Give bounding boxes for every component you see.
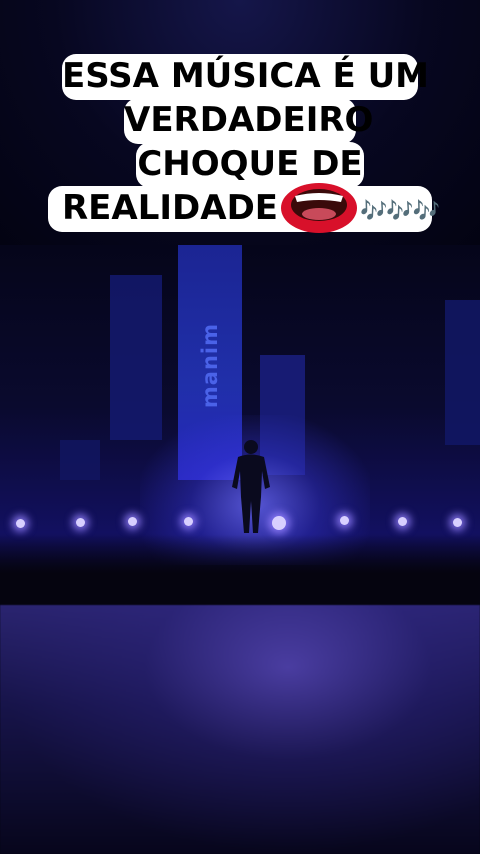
stage-light xyxy=(398,517,407,526)
stage-light xyxy=(272,516,286,530)
performer-silhouette xyxy=(232,440,270,533)
caption-line-1: ESSA MÚSICA É UM xyxy=(62,54,429,100)
screen-brand-text: manim xyxy=(198,323,222,409)
led-screen xyxy=(445,300,480,445)
stage-light xyxy=(76,518,85,527)
caption-line-2: VERDADEIRO xyxy=(124,98,373,144)
stage-light xyxy=(453,518,462,527)
mouth-icon xyxy=(280,182,358,245)
crowd-silhouette xyxy=(0,535,480,605)
stage-light xyxy=(16,519,25,528)
stage-light xyxy=(340,516,349,525)
stage-light xyxy=(184,517,193,526)
concert-photo: manim xyxy=(0,245,480,605)
music-notes-icon: 🎶🎶🎶 xyxy=(360,199,440,224)
led-screen xyxy=(60,440,100,480)
blurred-reflection xyxy=(0,605,480,854)
caption-line-4: REALIDADE 🎶🎶🎶 xyxy=(48,183,440,233)
caption-line-4-text: REALIDADE xyxy=(62,188,279,228)
stage-light xyxy=(128,517,137,526)
